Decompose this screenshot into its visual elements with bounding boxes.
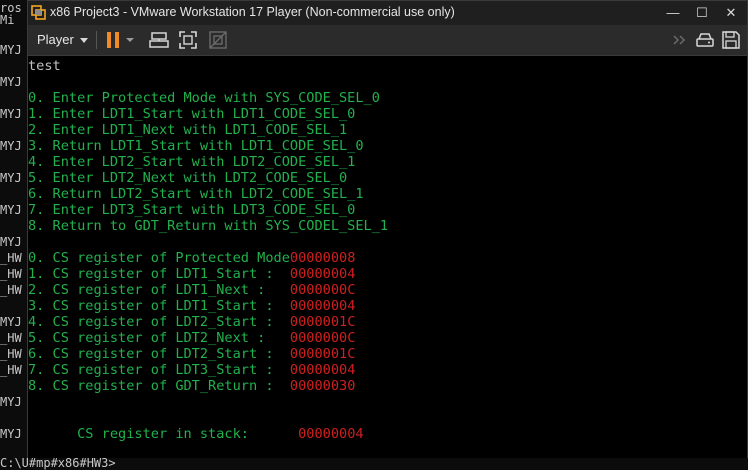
register-line: 2. CS register of LDT1_Next : 0000000C [28, 282, 355, 298]
register-label: 6. CS register of LDT2_Start : [28, 346, 290, 362]
close-button[interactable]: ✕ [717, 1, 745, 25]
register-label: 8. CS register of GDT_Return : [28, 378, 290, 394]
toolbar-divider [96, 31, 97, 49]
stack-register-label: CS register in stack: [77, 426, 299, 442]
register-line: 3. CS register of LDT1_Start : 00000004 [28, 298, 355, 314]
step-line: 3. Return LDT1_Start with LDT1_CODE_SEL_… [28, 138, 364, 154]
stack-register-line: CS register in stack: 00000004 [28, 410, 364, 458]
register-line: 1. CS register of LDT1_Start : 00000004 [28, 266, 355, 282]
title-bar[interactable]: x86 Project3 - VMware Workstation 17 Pla… [28, 1, 747, 25]
register-value: 00000004 [289, 362, 356, 378]
player-menu-label: Player [37, 32, 74, 47]
background-prompt-line: C:\U#mp#x86#HW3> [0, 456, 748, 470]
background-console-line: _HW [0, 283, 22, 297]
background-console-line: MYJ [0, 427, 22, 441]
toolbar: Player [28, 25, 747, 56]
register-value: 00000008 [289, 250, 356, 266]
background-console-line: MYJ [0, 315, 22, 329]
register-line: 8. CS register of GDT_Return : 00000030 [28, 378, 355, 394]
register-label: 4. CS register of LDT2_Start : [28, 314, 290, 330]
background-console-line: _HW [0, 251, 22, 265]
register-line: 5. CS register of LDT2_Next : 0000000C [28, 330, 355, 346]
background-console-line: MYJ [0, 395, 22, 409]
register-label: 7. CS register of LDT3_Start : [28, 362, 290, 378]
register-value: 0000001C [289, 314, 356, 330]
background-console-line: MYJ [0, 139, 22, 153]
step-line: 7. Enter LDT3_Start with LDT3_CODE_SEL_0 [28, 202, 356, 218]
step-line: 2. Enter LDT1_Next with LDT1_CODE_SEL_1 [28, 122, 348, 138]
register-value: 0000001C [289, 346, 356, 362]
register-line: 6. CS register of LDT2_Start : 0000001C [28, 346, 355, 362]
maximize-button[interactable]: ☐ [688, 1, 716, 25]
background-console-line: Mi [0, 13, 15, 27]
background-console-line: MYJ [0, 235, 22, 249]
register-line: 0. CS register of Protected Mode00000008 [28, 250, 355, 266]
register-value: 00000004 [289, 266, 356, 282]
step-line: 1. Enter LDT1_Start with LDT1_CODE_SEL_0 [28, 106, 356, 122]
save-icon[interactable] [721, 30, 741, 50]
register-label: 0. CS register of Protected Mode [28, 250, 290, 266]
step-line: 5. Enter LDT2_Next with LDT2_CODE_SEL_0 [28, 170, 348, 186]
step-line: 6. Return LDT2_Start with LDT2_CODE_SEL_… [28, 186, 364, 202]
minimize-button[interactable]: — [659, 1, 687, 25]
player-menu-button[interactable]: Player [33, 29, 92, 51]
register-label: 3. CS register of LDT1_Start : [28, 298, 290, 314]
background-console-line: MYJ [0, 203, 22, 217]
vmware-logo-icon [31, 5, 46, 20]
vmware-player-window: x86 Project3 - VMware Workstation 17 Pla… [27, 0, 748, 458]
step-line: 0. Enter Protected Mode with SYS_CODE_SE… [28, 90, 380, 106]
background-console-line: _HW [0, 331, 22, 345]
removable-device-icon[interactable] [695, 30, 715, 50]
console-header: test [28, 58, 61, 74]
send-keys-icon[interactable] [149, 30, 169, 50]
unity-icon[interactable] [208, 30, 228, 50]
register-value: 00000004 [289, 298, 356, 314]
background-console-line: MYJ [0, 75, 22, 89]
background-console-line: _HW [0, 363, 22, 377]
forward-icon[interactable] [670, 30, 690, 50]
background-console-line: _HW [0, 267, 22, 281]
register-label: 2. CS register of LDT1_Next : [28, 282, 290, 298]
pause-dropdown-chevron-icon[interactable] [125, 30, 135, 50]
register-line: 4. CS register of LDT2_Start : 0000001C [28, 314, 355, 330]
pause-icon[interactable] [103, 30, 123, 50]
fullscreen-icon[interactable] [178, 30, 198, 50]
background-console-line: MYJ [0, 171, 22, 185]
background-console-line: _HW [0, 347, 22, 361]
register-value: 0000000C [289, 330, 356, 346]
step-line: 4. Enter LDT2_Start with LDT2_CODE_SEL_1 [28, 154, 356, 170]
step-line: 8. Return to GDT_Return with SYS_CODEL_S… [28, 218, 389, 234]
window-title: x86 Project3 - VMware Workstation 17 Pla… [50, 5, 455, 19]
register-label: 5. CS register of LDT2_Next : [28, 330, 290, 346]
background-console-line: MYJ [0, 43, 22, 57]
chevron-down-icon [79, 38, 88, 44]
register-value: 00000030 [289, 378, 356, 394]
register-value: 0000000C [289, 282, 356, 298]
guest-console-screen[interactable]: test 0. Enter Protected Mode with SYS_CO… [28, 56, 747, 458]
stack-register-value: 00000004 [298, 426, 364, 442]
register-label: 1. CS register of LDT1_Start : [28, 266, 290, 282]
background-console-line: MYJ [0, 107, 22, 121]
register-line: 7. CS register of LDT3_Start : 00000004 [28, 362, 355, 378]
background-console: ros Mi MYJ MYJ MYJ MYJ MYJ MYJ MYJ _HW _HW _HW MYJ _… [0, 0, 30, 470]
